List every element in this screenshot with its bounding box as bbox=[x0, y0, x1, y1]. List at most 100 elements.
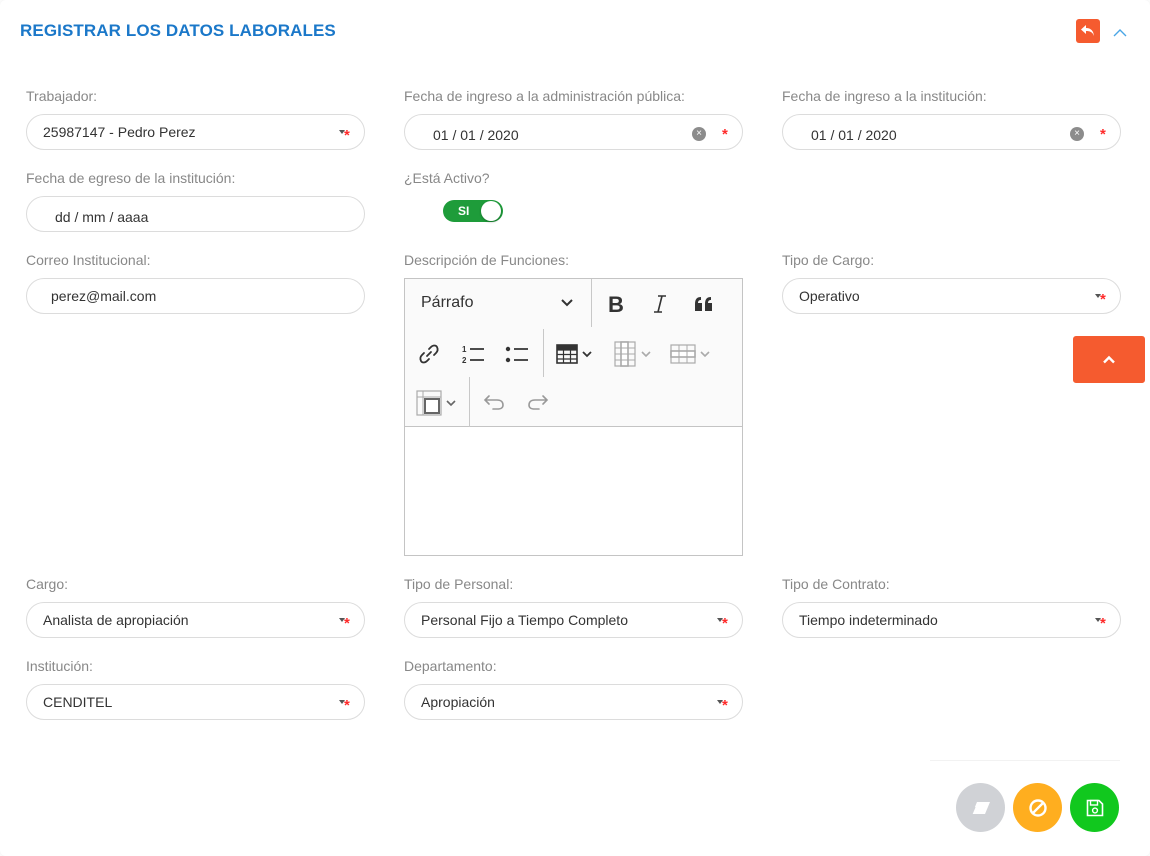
bold-icon: B bbox=[608, 294, 624, 314]
correo-input[interactable]: perez@mail.com bbox=[26, 278, 365, 314]
floppy-disk-icon bbox=[1086, 799, 1103, 816]
paragraph-format-label: Párrafo bbox=[421, 294, 474, 311]
activo-label: ¿Está Activo? bbox=[404, 170, 490, 186]
tipo-cargo-label: Tipo de Cargo: bbox=[782, 252, 875, 268]
fecha-egreso-label: Fecha de egreso de la institución: bbox=[26, 170, 236, 186]
fecha-ingreso-inst-value: 01 / 01 / 2020 bbox=[811, 127, 897, 143]
fecha-ingreso-admin-input[interactable]: 01 / 01 / 2020 × * bbox=[404, 114, 743, 150]
tipo-contrato-label: Tipo de Contrato: bbox=[782, 576, 890, 592]
bulleted-list-icon bbox=[505, 346, 528, 363]
numbered-list-button[interactable]: 12 bbox=[457, 339, 489, 369]
toolbar-separator bbox=[543, 329, 544, 377]
fecha-ingreso-admin-value: 01 / 01 / 2020 bbox=[433, 127, 519, 143]
trabajador-label: Trabajador: bbox=[26, 88, 98, 104]
fecha-ingreso-inst-input[interactable]: 01 / 01 / 2020 × * bbox=[782, 114, 1121, 150]
table-row-icon bbox=[670, 344, 710, 364]
editor-content-area[interactable] bbox=[405, 428, 742, 555]
fecha-egreso-input[interactable]: dd / mm / aaaa bbox=[26, 196, 365, 232]
cargo-value: Analista de apropiación bbox=[43, 612, 189, 628]
institucion-label: Institución: bbox=[26, 658, 93, 674]
tipo-contrato-value: Tiempo indeterminado bbox=[799, 612, 938, 628]
tipo-contrato-select[interactable]: Tiempo indeterminado * bbox=[782, 602, 1121, 638]
descripcion-editor: Párrafo B 12 bbox=[404, 278, 743, 556]
required-icon: * bbox=[1100, 291, 1106, 308]
chevron-up-icon bbox=[1113, 29, 1127, 37]
clear-date-icon[interactable]: × bbox=[692, 127, 706, 141]
required-icon: * bbox=[1100, 126, 1106, 143]
table-column-button[interactable] bbox=[611, 339, 657, 369]
departamento-label: Departamento: bbox=[404, 658, 497, 674]
redo-icon bbox=[528, 395, 549, 410]
link-icon bbox=[419, 344, 439, 364]
required-icon: * bbox=[344, 127, 350, 144]
eraser-icon bbox=[970, 801, 990, 814]
institucion-value: CENDITEL bbox=[43, 694, 113, 710]
blockquote-button[interactable] bbox=[689, 289, 719, 319]
table-icon bbox=[556, 344, 592, 364]
table-column-icon bbox=[614, 341, 651, 367]
trabajador-value: 25987147 - Pedro Perez bbox=[43, 124, 196, 140]
cargo-label: Cargo: bbox=[26, 576, 69, 592]
link-button[interactable] bbox=[413, 339, 445, 369]
numbered-list-icon: 12 bbox=[462, 345, 484, 365]
scroll-to-top-button[interactable] bbox=[1073, 336, 1145, 383]
trabajador-select[interactable]: 25987147 - Pedro Perez * bbox=[26, 114, 365, 150]
svg-text:B: B bbox=[608, 294, 624, 314]
undo-icon bbox=[483, 395, 504, 410]
italic-button[interactable] bbox=[645, 289, 675, 319]
italic-icon bbox=[654, 295, 666, 313]
departamento-value: Apropiación bbox=[421, 694, 495, 710]
chevron-down-icon bbox=[561, 299, 573, 307]
tipo-personal-select[interactable]: Personal Fijo a Tiempo Completo * bbox=[404, 602, 743, 638]
fecha-ingreso-inst-label: Fecha de ingreso a la institución: bbox=[782, 88, 987, 104]
ban-icon bbox=[1028, 798, 1047, 817]
bulleted-list-button[interactable] bbox=[501, 339, 533, 369]
tipo-personal-value: Personal Fijo a Tiempo Completo bbox=[421, 612, 628, 628]
insert-table-button[interactable] bbox=[553, 339, 599, 369]
table-row-button[interactable] bbox=[667, 339, 717, 369]
descripcion-label: Descripción de Funciones: bbox=[404, 252, 569, 268]
required-icon: * bbox=[344, 615, 350, 632]
svg-text:2: 2 bbox=[462, 356, 467, 365]
cancel-button[interactable] bbox=[1013, 783, 1062, 832]
undo-button[interactable] bbox=[479, 387, 509, 417]
required-icon: * bbox=[722, 615, 728, 632]
required-icon: * bbox=[722, 126, 728, 143]
svg-text:1: 1 bbox=[462, 345, 467, 354]
fecha-egreso-placeholder: dd / mm / aaaa bbox=[55, 209, 149, 225]
toggle-text: SI bbox=[458, 204, 470, 218]
toolbar-separator bbox=[469, 377, 470, 427]
correo-value: perez@mail.com bbox=[51, 288, 157, 304]
tipo-personal-label: Tipo de Personal: bbox=[404, 576, 514, 592]
collapse-button[interactable] bbox=[1110, 23, 1130, 43]
redo-button[interactable] bbox=[523, 387, 553, 417]
toolbar-separator bbox=[591, 279, 592, 327]
clear-form-button[interactable] bbox=[956, 783, 1005, 832]
required-icon: * bbox=[344, 697, 350, 714]
cargo-select[interactable]: Analista de apropiación * bbox=[26, 602, 365, 638]
institucion-select[interactable]: CENDITEL * bbox=[26, 684, 365, 720]
labor-data-card: REGISTRAR LOS DATOS LABORALES Trabajador… bbox=[0, 0, 1150, 856]
correo-label: Correo Institucional: bbox=[26, 252, 151, 268]
page-title: REGISTRAR LOS DATOS LABORALES bbox=[20, 21, 336, 40]
undo-arrow-icon bbox=[1081, 25, 1094, 36]
toggle-knob bbox=[481, 201, 501, 221]
paragraph-format-dropdown[interactable]: Párrafo bbox=[405, 279, 591, 327]
required-icon: * bbox=[1100, 615, 1106, 632]
editor-toolbar: Párrafo B 12 bbox=[405, 279, 742, 427]
merge-cells-icon bbox=[416, 390, 456, 416]
activo-toggle[interactable]: SI bbox=[443, 200, 503, 222]
bold-button[interactable]: B bbox=[601, 289, 631, 319]
tipo-cargo-value: Operativo bbox=[799, 288, 860, 304]
back-button[interactable] bbox=[1076, 19, 1100, 43]
clear-date-icon[interactable]: × bbox=[1070, 127, 1084, 141]
departamento-select[interactable]: Apropiación * bbox=[404, 684, 743, 720]
merge-cells-button[interactable] bbox=[413, 387, 463, 419]
fecha-ingreso-admin-label: Fecha de ingreso a la administración púb… bbox=[404, 88, 685, 104]
required-icon: * bbox=[722, 697, 728, 714]
save-button[interactable] bbox=[1070, 783, 1119, 832]
footer-divider bbox=[930, 760, 1120, 761]
chevron-up-icon bbox=[1103, 355, 1115, 364]
quote-icon bbox=[695, 297, 712, 311]
tipo-cargo-select[interactable]: Operativo * bbox=[782, 278, 1121, 314]
